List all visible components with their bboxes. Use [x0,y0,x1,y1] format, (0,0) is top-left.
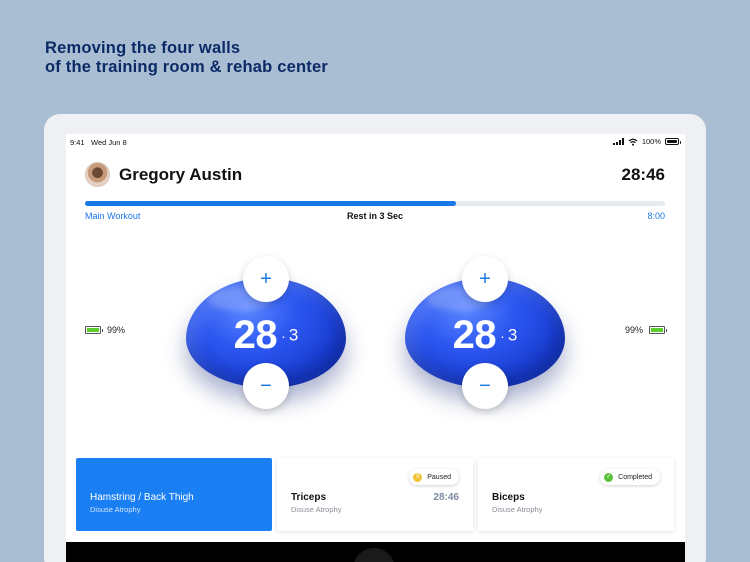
workout-progress-fill [85,201,457,206]
status-indicators: 100% [612,137,681,146]
left-sensor-battery-text: 99% [107,325,126,335]
signal-icon [612,138,624,145]
card-subtitle: Disuse Atrophy [90,505,141,514]
checkmark-icon: ✓ [604,472,614,482]
status-date: Wed Jun 8 [91,138,127,147]
status-badge-label: Completed [618,473,652,481]
wifi-icon [628,138,638,146]
card-subtitle: Disuse Atrophy [492,505,543,514]
left-increase-button[interactable]: + [243,256,289,302]
status-badge: ✓ Completed [600,469,660,485]
avatar[interactable] [85,162,110,187]
card-title: Hamstring / Back Thigh [90,492,194,503]
card-time: 28:46 [433,492,459,503]
session-header: Gregory Austin 28:46 [66,160,685,190]
right-sensor-reading: 28 · 3 [405,313,565,358]
battery-icon [649,326,667,334]
headline-line-2: of the training room & rehab center [45,58,328,76]
right-increase-button[interactable]: + [462,256,508,302]
right-sensor-battery: 99% [624,325,667,335]
left-sensor-value: 28 [233,313,278,357]
right-sensor-sub-value: 3 [507,325,518,345]
status-badge: II Paused [409,469,459,485]
pause-icon: II [413,472,423,482]
workout-info-row: Main Workout Rest in 3 Sec 8:00 [85,211,665,223]
right-sensor-value: 28 [452,313,497,357]
separator-dot: · [500,327,505,344]
left-sensor-sub-value: 3 [288,325,299,345]
left-decrease-button[interactable]: − [243,363,289,409]
battery-icon [665,138,681,145]
right-decrease-button[interactable]: − [462,363,508,409]
card-subtitle: Disuse Atrophy [291,505,342,514]
status-bar: 9:41 Wed Jun 8 100% [66,134,685,150]
exercise-card-hamstring[interactable]: Hamstring / Back Thigh Disuse Atrophy [76,458,272,531]
status-badge-label: Paused [427,473,451,481]
card-title: Biceps [492,492,525,503]
headline-line-1: Removing the four walls [45,39,241,57]
rest-countdown: Rest in 3 Sec [346,211,404,221]
battery-icon [85,326,103,334]
exercise-card-triceps[interactable]: II Paused Triceps 28:46 Disuse Atrophy [277,458,473,531]
status-time: 9:41 [70,138,85,147]
status-battery-text: 100% [641,137,661,146]
card-title: Triceps [291,492,327,503]
user-name: Gregory Austin [119,165,243,184]
right-sensor-battery-text: 99% [624,325,643,335]
separator-dot: · [281,327,286,344]
workout-duration[interactable]: 8:00 [647,211,665,221]
app-screen: 9:41 Wed Jun 8 100% Gregory Austin 28:46… [66,134,685,562]
marketing-headline: Removing the four walls of the training … [45,39,328,77]
left-sensor-reading: 28 · 3 [186,313,346,358]
exercise-card-biceps[interactable]: ✓ Completed Biceps Disuse Atrophy [478,458,674,531]
session-timer: 28:46 [621,165,665,184]
left-sensor-battery: 99% [85,325,125,335]
workout-progress-bar [85,201,665,206]
